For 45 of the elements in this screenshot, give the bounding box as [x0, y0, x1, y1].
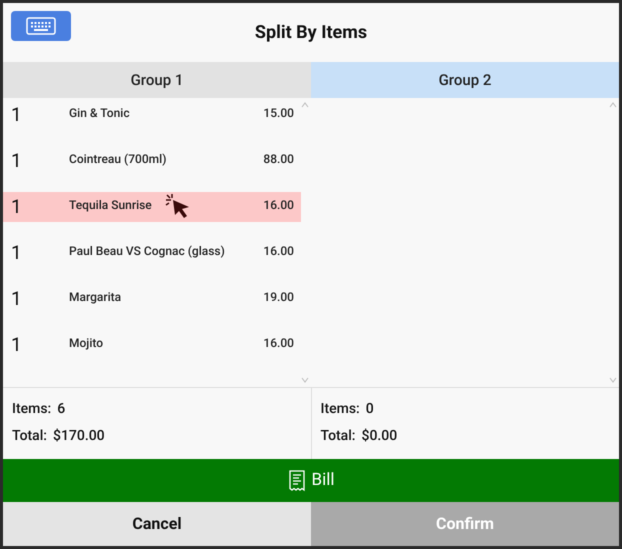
item-price: 15.00	[263, 105, 295, 122]
item-quantity: 1	[10, 102, 23, 124]
item-price: 19.00	[263, 289, 295, 306]
keyboard-button[interactable]	[11, 11, 71, 41]
total-amount: $0.00	[362, 427, 398, 446]
dialog-title: Split By Items	[254, 21, 368, 45]
items-label: Items:	[320, 400, 360, 419]
total-amount: $170.00	[53, 427, 105, 446]
item-name: Gin & Tonic	[69, 105, 130, 122]
item-quantity: 1	[10, 148, 23, 170]
item-name: Cointreau (700ml)	[69, 151, 166, 168]
item-name: Margarita	[69, 289, 122, 306]
group-tab[interactable]: Group 1	[3, 62, 311, 98]
scroll-down-icon[interactable]	[609, 377, 617, 383]
item-quantity: 1	[10, 332, 23, 354]
dialog-button[interactable]: Cancel	[3, 502, 311, 546]
item-price: 16.00	[263, 335, 295, 352]
item-quantity: 1	[10, 240, 23, 262]
item-price: 88.00	[263, 151, 295, 168]
order-item-row[interactable]: 1 Tequila Sunrise 16.00	[3, 192, 301, 222]
group-tab[interactable]: Group 2	[311, 62, 619, 98]
item-price: 16.00	[263, 243, 295, 260]
items-label: Items:	[12, 400, 52, 419]
order-item-row[interactable]: 1 Margarita 19.00	[3, 284, 301, 314]
item-quantity: 1	[10, 286, 23, 308]
scroll-down-icon[interactable]	[301, 377, 309, 383]
scroll-up-icon[interactable]	[609, 102, 617, 108]
scroll-up-icon[interactable]	[301, 102, 309, 108]
order-item-row[interactable]: 1 Cointreau (700ml) 88.00	[3, 146, 301, 176]
items-count: 6	[57, 400, 66, 419]
bill-button[interactable]: Bill	[3, 459, 619, 502]
items-count: 0	[366, 400, 374, 419]
order-item-row[interactable]: 1 Paul Beau VS Cognac (glass) 16.00	[3, 238, 301, 268]
item-quantity: 1	[10, 194, 23, 216]
total-label: Total:	[320, 427, 356, 446]
item-price: 16.00	[263, 197, 295, 214]
order-item-row[interactable]: 1 Mojito 16.00	[3, 330, 301, 360]
keyboard-icon	[26, 17, 56, 35]
total-label: Total:	[12, 427, 47, 446]
item-name: Tequila Sunrise	[69, 197, 152, 214]
item-name: Paul Beau VS Cognac (glass)	[69, 243, 225, 260]
receipt-icon	[288, 470, 306, 492]
bill-label: Bill	[312, 468, 334, 492]
order-item-row[interactable]: 1 Gin & Tonic 15.00	[3, 100, 301, 130]
item-name: Mojito	[69, 335, 104, 352]
